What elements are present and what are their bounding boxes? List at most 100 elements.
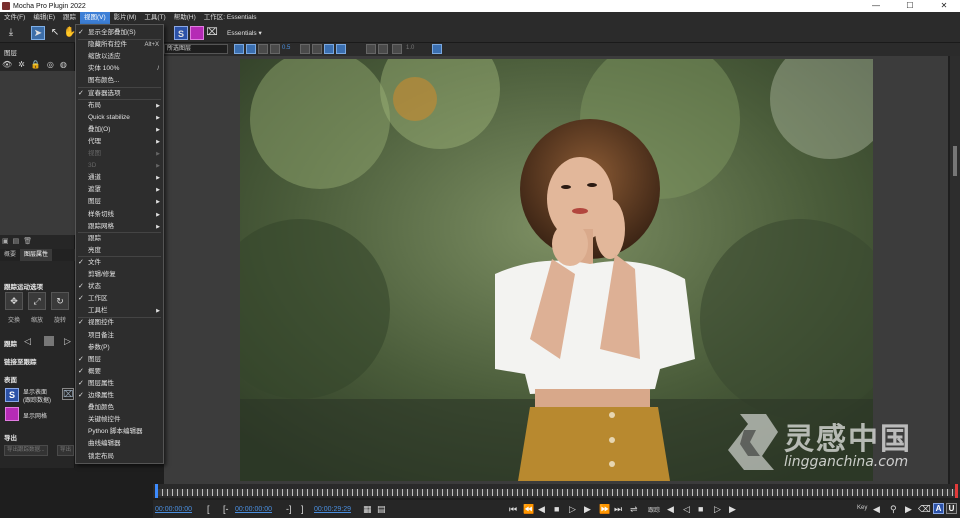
tab-overview[interactable]: 概要	[0, 249, 20, 261]
menu-item[interactable]: ✓ 概要	[76, 366, 163, 378]
stop-icon[interactable]	[44, 336, 54, 346]
track-backward-icon[interactable]: ◁	[24, 336, 31, 347]
hand-icon[interactable]	[366, 44, 376, 54]
menu-item[interactable]: 图层 ▶	[76, 196, 163, 208]
export-view-icon[interactable]	[432, 44, 442, 54]
clipboard-icon[interactable]: ▤	[377, 503, 386, 515]
menu-item[interactable]: 遮罩 ▶	[76, 184, 163, 196]
show-surface-icon[interactable]: S	[5, 388, 19, 402]
lock-icon[interactable]: 🔒	[31, 60, 41, 69]
menu-item[interactable]: 图布颜色...	[76, 75, 163, 87]
tab-layer-properties[interactable]: 图层属性	[20, 249, 53, 261]
menu-tools[interactable]: 工具(T)	[140, 12, 169, 24]
menu-item[interactable]: 锁定布局	[76, 451, 163, 463]
menu-view[interactable]: 视图(V)	[79, 12, 110, 24]
curve-icon[interactable]	[378, 44, 388, 54]
menu-item[interactable]: 曲线编辑器	[76, 438, 163, 450]
menu-item[interactable]: 实体 100% /	[76, 63, 163, 75]
scrollbar-thumb[interactable]	[953, 146, 957, 176]
translate-icon[interactable]: ✥	[5, 292, 23, 310]
menu-item[interactable]: ✓ 状态	[76, 281, 163, 293]
menu-item[interactable]: ✓ 边缘属性	[76, 390, 163, 402]
circle-icon[interactable]: ◎	[47, 60, 54, 69]
menu-item[interactable]: 叠加(O) ▶	[76, 124, 163, 136]
save-icon[interactable]: ⤓	[4, 26, 18, 40]
alpha-icon[interactable]	[246, 44, 256, 54]
step-back-icon[interactable]: ⏪	[523, 503, 534, 515]
menu-item[interactable]: 跟踪	[76, 233, 163, 245]
prev-key-icon[interactable]: ◀	[873, 503, 880, 515]
magnify-icon[interactable]	[324, 44, 334, 54]
eye-icon[interactable]: 👁	[2, 60, 12, 69]
play-backward-icon[interactable]: ◀	[538, 503, 545, 515]
color-icon[interactable]	[270, 44, 280, 54]
set-in-icon[interactable]: [	[207, 503, 210, 515]
export-tracking-button[interactable]: 导出跟踪数据...	[4, 445, 48, 456]
track-forward-frame-icon[interactable]: ▷	[714, 503, 721, 515]
show-grid-icon[interactable]	[5, 407, 19, 421]
menu-item[interactable]: 叠加颜色	[76, 402, 163, 414]
track-back-icon[interactable]: ◀	[667, 503, 674, 515]
menu-movie[interactable]: 影片(M)	[110, 12, 141, 24]
menu-file[interactable]: 文件(F)	[0, 12, 29, 24]
menu-item[interactable]: Python 脚本编辑器	[76, 426, 163, 438]
menu-item[interactable]: 关键帧控件	[76, 414, 163, 426]
overlay-icon[interactable]	[258, 44, 268, 54]
viewer-scrollbar[interactable]	[950, 56, 960, 484]
warp-tool-icon[interactable]: ⌧	[205, 26, 219, 40]
track-stop-icon[interactable]: ■	[698, 503, 703, 515]
surface-corner-icon[interactable]: ⌧	[62, 388, 74, 400]
update-key-button[interactable]: U	[946, 503, 957, 514]
menu-item[interactable]: ✓ 宣春器选项	[76, 88, 163, 100]
view-mode-icon[interactable]	[234, 44, 244, 54]
out-timecode[interactable]: 00:00:29:29	[314, 504, 351, 515]
duplicate-layer-icon[interactable]: ▤	[13, 237, 20, 245]
out-point-marker[interactable]	[955, 484, 958, 498]
track-forward-icon[interactable]: ▷	[64, 336, 71, 347]
track-forward-icon[interactable]: ▶	[729, 503, 736, 515]
menu-edit[interactable]: 编辑(E)	[29, 12, 59, 24]
fullscreen-icon[interactable]	[312, 44, 322, 54]
zoom-value[interactable]: 0.5	[282, 45, 290, 51]
add-key-icon[interactable]: ⚲	[890, 503, 897, 515]
minimize-button[interactable]: —	[864, 0, 888, 12]
menu-item[interactable]: 工具栏 ▶	[76, 305, 163, 317]
layer-select-dropdown[interactable]: 所选图层	[164, 44, 228, 54]
next-key-icon[interactable]: ▶	[905, 503, 912, 515]
fast-forward-icon[interactable]: ⏩	[599, 503, 610, 515]
menu-item[interactable]: ✓ 视图控件	[76, 317, 163, 329]
menu-item[interactable]: 代理 ▶	[76, 136, 163, 148]
color-wheel-icon[interactable]: ◍	[60, 60, 67, 69]
menu-item[interactable]: 样条切线 ▶	[76, 209, 163, 221]
close-button[interactable]: ✕	[932, 0, 956, 12]
menu-item[interactable]: 项目备注	[76, 330, 163, 342]
menu-track[interactable]: 跟踪	[59, 12, 80, 24]
menu-item[interactable]: 布局 ▶	[76, 100, 163, 112]
set-out-icon[interactable]: ]	[301, 503, 304, 515]
menu-item[interactable]: ✓ 图层属性	[76, 378, 163, 390]
layers-list[interactable]	[0, 71, 75, 235]
gear-icon[interactable]: ✲	[18, 60, 25, 69]
surface-tool-icon[interactable]: S	[174, 26, 188, 40]
menu-item[interactable]: ✓ 图层	[76, 354, 163, 366]
rotate-icon[interactable]: ↻	[51, 292, 69, 310]
add-layer-icon[interactable]: ▣	[2, 237, 9, 245]
track-back-frame-icon[interactable]: ◁	[683, 503, 690, 515]
menu-item[interactable]: ✓ 显示全部叠加(S)	[76, 27, 163, 39]
menu-help[interactable]: 帮助(H)	[170, 12, 200, 24]
menu-item[interactable]: 通道 ▶	[76, 172, 163, 184]
gear-icon[interactable]	[392, 44, 402, 54]
menu-item[interactable]: ✓ 文件	[76, 257, 163, 269]
menu-item[interactable]: 亮度	[76, 245, 163, 257]
menu-item[interactable]: 跟踪网格 ▶	[76, 221, 163, 233]
in-timecode[interactable]: 00:00:00:00	[155, 504, 192, 515]
loop-icon[interactable]: ⇌	[630, 503, 638, 515]
viewer-layout-icon[interactable]	[300, 44, 310, 54]
scale-icon[interactable]: ⤢	[28, 292, 46, 310]
go-to-in-icon[interactable]: [-	[223, 503, 229, 515]
current-timecode[interactable]: 00:00:00:00	[235, 504, 272, 515]
auto-key-button[interactable]: A	[933, 503, 944, 514]
proxy-icon[interactable]	[336, 44, 346, 54]
step-forward-icon[interactable]: ▷	[569, 503, 576, 515]
timeline-ruler[interactable]	[157, 489, 955, 496]
